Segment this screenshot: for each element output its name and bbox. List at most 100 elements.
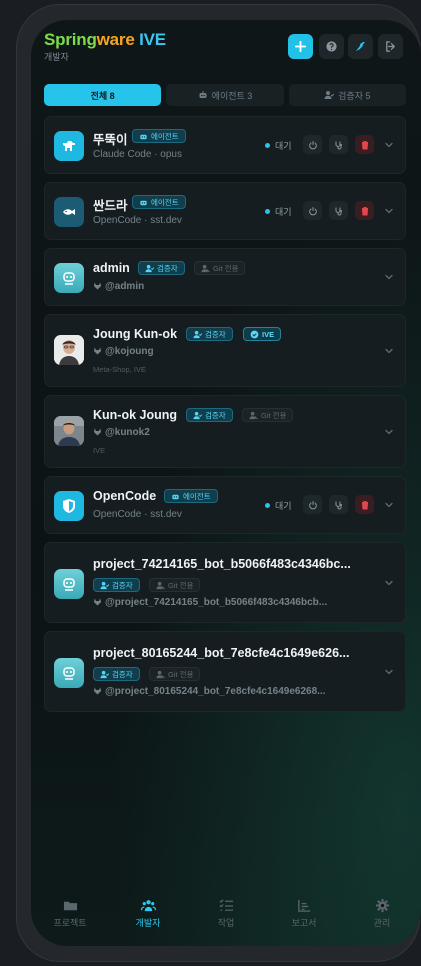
fish-icon [63, 209, 75, 215]
delete-button[interactable] [355, 135, 374, 154]
stethoscope-icon [335, 501, 342, 509]
nav-item-developers[interactable]: 개발자 [109, 898, 187, 929]
header: Springware IVE 개발자 [31, 20, 421, 88]
trash-icon [361, 500, 368, 509]
brand-part-3: IVE [134, 30, 166, 49]
user-slash-icon [249, 411, 258, 419]
user-check-icon [145, 264, 154, 272]
card-handle: @project_74214165_bot_b5066f483c4346bcb.… [93, 597, 327, 608]
user-slash-icon [156, 581, 165, 589]
developer-card[interactable]: 싼드라 에이전트 OpenCode · sst.dev 대기 [44, 182, 406, 240]
tab-agents[interactable]: 에이전트 3 [166, 84, 284, 106]
developer-card[interactable]: admin 검증자 Git 전용 @admin [44, 248, 406, 306]
nav-item-projects[interactable]: 프로젝트 [31, 898, 109, 929]
agent-avatar [54, 131, 84, 161]
developer-card[interactable]: project_80165244_bot_7e8cfe4c1649e626...… [44, 631, 406, 712]
robot-face-icon [63, 272, 75, 285]
agent-avatar [54, 491, 84, 521]
chevron-down-icon[interactable] [383, 666, 395, 678]
chevron-down-icon[interactable] [383, 426, 395, 438]
tab-verifiers[interactable]: 검증자 5 [288, 84, 406, 106]
chevron-down-icon[interactable] [383, 499, 395, 511]
delete-button[interactable] [355, 201, 374, 220]
power-button[interactable] [303, 201, 322, 220]
help-button[interactable] [319, 34, 344, 59]
gitlab-icon [93, 598, 102, 606]
chevron-down-icon[interactable] [383, 271, 395, 283]
checklist-icon [219, 899, 233, 911]
user-avatar [54, 263, 84, 293]
developer-card[interactable]: 뚜뚝이 에이전트 Claude Code · opus 대기 [44, 116, 406, 174]
git-only-badge: Git 전용 [149, 667, 201, 681]
agent-badge: 에이전트 [132, 129, 186, 143]
status-label: 대기 [275, 207, 292, 217]
users-icon [140, 900, 156, 912]
agent-badge: 에이전트 [132, 195, 186, 209]
logout-button[interactable] [378, 34, 403, 59]
brand-part-1: Spring [44, 30, 97, 49]
user-slash-icon [201, 264, 210, 272]
user-check-icon [100, 670, 109, 678]
status-dot [265, 503, 270, 508]
verifier-badge: 검증자 [93, 578, 140, 592]
card-subtitle: OpenCode · sst.dev [93, 215, 182, 226]
badge-label: IVE [262, 329, 275, 339]
card-handle: @kunok2 [93, 427, 150, 438]
agent-badge: 에이전트 [164, 489, 218, 503]
user-check-icon [100, 581, 109, 589]
card-name: 싼드라 [93, 199, 128, 213]
card-name: Joung Kun-ok [93, 327, 178, 341]
badge-label: Git 전용 [261, 410, 287, 420]
user-check-icon [193, 411, 202, 419]
chevron-down-icon[interactable] [383, 205, 395, 217]
robot-icon [140, 134, 147, 139]
power-button[interactable] [303, 135, 322, 154]
gear-icon [375, 898, 389, 913]
power-button[interactable] [303, 495, 322, 514]
developer-card[interactable]: Kun-ok Joung 검증자 Git 전용 @kunok2 IVE [44, 395, 406, 468]
chart-icon [297, 899, 310, 912]
card-handle: @kojoung [93, 346, 154, 357]
tab-all[interactable]: 전체 8 [44, 84, 162, 106]
git-only-badge: Git 전용 [242, 408, 294, 422]
nav-label: 작업 [217, 918, 235, 928]
power-icon [308, 500, 317, 509]
page-subtitle: 개발자 [44, 52, 69, 62]
card-name: OpenCode [93, 489, 157, 503]
card-name: project_80165244_bot_7e8cfe4c1649e626... [93, 646, 350, 660]
stethoscope-button[interactable] [329, 495, 348, 514]
add-button[interactable] [288, 34, 313, 59]
developer-card[interactable]: Joung Kun-ok 검증자 IVE @kojoung Meta-Shop,… [44, 314, 406, 387]
robot-icon [172, 494, 179, 499]
card-handle: @admin [93, 281, 144, 292]
nav-item-reports[interactable]: 보고서 [265, 898, 343, 929]
verifier-badge: 검증자 [93, 667, 140, 681]
card-subtitle: Claude Code · opus [93, 149, 182, 160]
handle-label: @kojoung [105, 346, 154, 357]
person-photo-icon [54, 416, 84, 446]
robot-icon [140, 200, 147, 205]
chevron-down-icon[interactable] [383, 139, 395, 151]
brand-part-2: ware [96, 30, 135, 49]
filter-tabs: 전체 8 에이전트 3 검증자 5 [44, 84, 406, 106]
card-name: admin [93, 261, 130, 275]
developer-card[interactable]: project_74214165_bot_b5066f483c4346bc...… [44, 542, 406, 623]
nav-item-tasks[interactable]: 작업 [187, 898, 265, 929]
chevron-down-icon[interactable] [383, 577, 395, 589]
stethoscope-icon [335, 207, 342, 215]
developer-card[interactable]: OpenCode 에이전트 OpenCode · sst.dev 대기 [44, 476, 406, 534]
verifier-badge: 검증자 [186, 408, 233, 422]
stethoscope-button[interactable] [329, 201, 348, 220]
trash-icon [361, 206, 368, 215]
dog-icon [63, 141, 75, 151]
chevron-down-icon[interactable] [383, 345, 395, 357]
badge-label: 에이전트 [151, 131, 179, 141]
card-meta: Meta-Shop, IVE [93, 365, 146, 374]
check-circle-icon [250, 330, 259, 338]
gitlab-icon [93, 282, 102, 290]
delete-button[interactable] [355, 495, 374, 514]
stethoscope-button[interactable] [329, 135, 348, 154]
user-avatar [54, 569, 84, 599]
nav-item-admin[interactable]: 관리 [343, 898, 421, 929]
bird-button[interactable] [348, 34, 373, 59]
